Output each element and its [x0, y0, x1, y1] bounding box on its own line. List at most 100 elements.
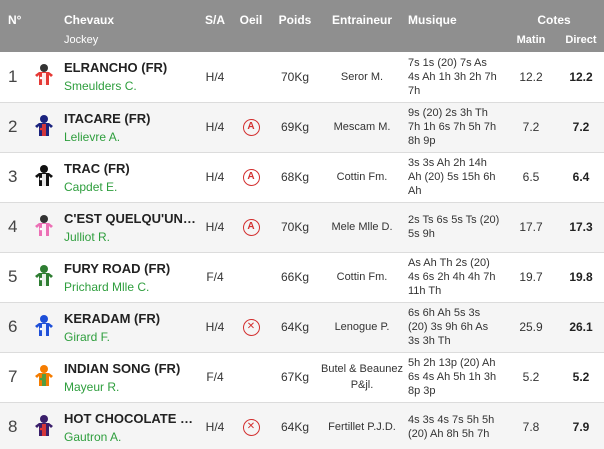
odds-live: 26.1: [569, 320, 593, 334]
silk-pink-white-icon: [32, 214, 56, 238]
jockey-name[interactable]: Prichard Mlle C.: [64, 280, 198, 294]
jockey-name[interactable]: Julliot R.: [64, 230, 198, 244]
table-row[interactable]: 1 ELRANCHO (FR) Smeulders C. H/4 70Kg Seror M…: [0, 52, 604, 102]
horse-name[interactable]: C'EST QUELQU'UN (FR): [64, 211, 196, 226]
horse-name[interactable]: ITACARE (FR): [64, 111, 196, 126]
weight: 66Kg: [280, 270, 310, 284]
header-cotes: Cotes: [504, 0, 604, 30]
header-direct[interactable]: Direct: [558, 30, 604, 52]
blinkers-cell: ✕: [232, 302, 270, 352]
form-musique: 7s 1s (20) 7s As 4s Ah 1h 3h 2h 7h 7h: [408, 56, 497, 97]
sex-age: F/4: [206, 270, 224, 284]
header-poids[interactable]: Poids: [270, 0, 320, 52]
jockey-name[interactable]: Gautron A.: [64, 430, 198, 444]
blinkers-cell: ✕: [232, 402, 270, 449]
weight: 69Kg: [280, 120, 310, 134]
runner-number: 7: [8, 367, 18, 386]
trainer-name: Cottin Fm.: [336, 171, 388, 183]
jockey-name[interactable]: Lelievre A.: [64, 130, 198, 144]
form-musique: 9s (20) 2s 3h Th 7h 1h 6s 7h 5h 7h 8h 9p: [408, 107, 497, 147]
table-body: 1 ELRANCHO (FR) Smeulders C. H/4 70Kg Seror M…: [0, 52, 604, 449]
jockey-name[interactable]: Mayeur R.: [64, 380, 198, 394]
runner-number: 2: [8, 117, 18, 136]
header-entraineur[interactable]: Entraineur: [320, 0, 404, 52]
form-musique: 2s Ts 6s 5s Ts (20) 5s 9h: [408, 214, 500, 240]
table-header: N° Chevaux Jockey S/A Oeil Poids Entrain…: [0, 0, 604, 52]
form-musique: 6s 6h Ah 5s 3s (20) 3s 9h 6h As 3s 3h Th: [408, 307, 489, 347]
odds-live: 5.2: [572, 370, 590, 384]
jockey-name[interactable]: Smeulders C.: [64, 79, 198, 93]
runner-number: 4: [8, 217, 18, 236]
silk-navy-red-icon: [32, 114, 56, 138]
odds-live: 12.2: [569, 69, 593, 84]
silk-black-white-icon: [32, 164, 56, 188]
blinkers-cell: [232, 352, 270, 402]
header-jockey: Jockey: [64, 34, 99, 46]
jockey-name[interactable]: Girard F.: [64, 330, 198, 344]
runner-number: 1: [8, 66, 18, 86]
form-musique: 4s 3s 4s 7s 5h 5h (20) Ah 8h 5h 7h: [408, 414, 495, 440]
odds-morning: 6.5: [522, 170, 540, 184]
weight: 64Kg: [280, 420, 310, 434]
trainer-name: Fertillet P.J.D.: [328, 421, 396, 433]
horse-name[interactable]: INDIAN SONG (FR): [64, 361, 196, 376]
form-musique: 5h 2h 13p (20) Ah 6s 4s Ah 5h 1h 3h 8p 3…: [408, 357, 497, 397]
silk-orange-green-icon: [32, 364, 56, 388]
odds-live: 19.8: [569, 270, 593, 284]
blinkers-cell: A: [232, 102, 270, 152]
odds-morning: 19.7: [519, 270, 543, 284]
blinkers-australian-icon: A: [242, 119, 260, 136]
weight: 70Kg: [280, 69, 310, 84]
runners-table: N° Chevaux Jockey S/A Oeil Poids Entrain…: [0, 0, 604, 449]
sex-age: H/4: [205, 170, 225, 184]
runner-number: 6: [8, 317, 18, 336]
table-row[interactable]: 4 C'EST QUELQU'UN (FR) Julliot R. H/4 A 70Kg M…: [0, 202, 604, 252]
header-musique[interactable]: Musique: [404, 0, 504, 52]
sex-age: H/4: [205, 420, 225, 434]
header-horse-jockey[interactable]: Chevaux Jockey: [60, 0, 198, 52]
horse-name[interactable]: KERADAM (FR): [64, 311, 196, 326]
weight: 67Kg: [280, 370, 310, 384]
blinkers-australian-icon: A: [242, 169, 260, 186]
silk-green-white-icon: [32, 264, 56, 288]
horse-name[interactable]: TRAC (FR): [64, 161, 196, 176]
horse-name[interactable]: HOT CHOCOLATE (FR): [64, 411, 196, 426]
trainer-name: Seror M.: [340, 70, 384, 83]
horse-name[interactable]: FURY ROAD (FR): [64, 261, 196, 276]
silk-blue-white-icon: [32, 314, 56, 338]
form-musique: As Ah Th 2s (20) 4s 6s 2h 4h 4h 7h 11h T…: [408, 257, 496, 297]
horse-name[interactable]: ELRANCHO (FR): [64, 60, 196, 75]
header-oeil[interactable]: Oeil: [232, 0, 270, 52]
odds-morning: 7.2: [522, 120, 540, 134]
table-row[interactable]: 6 KERADAM (FR) Girard F. H/4 ✕ 64Kg Lenogue P.…: [0, 302, 604, 352]
odds-morning: 12.2: [519, 69, 543, 84]
no-blinkers-icon: ✕: [242, 319, 260, 336]
odds-live: 17.3: [569, 220, 593, 234]
table-row[interactable]: 2 ITACARE (FR) Lelievre A. H/4 A 69Kg Mescam M…: [0, 102, 604, 152]
odds-live: 7.2: [572, 120, 590, 134]
form-musique: 3s 3s Ah 2h 14h Ah (20) 5s 15h 6h Ah: [408, 157, 496, 197]
table-row[interactable]: 5 FURY ROAD (FR) Prichard Mlle C. F/4 66Kg Co…: [0, 252, 604, 302]
header-num: N°: [0, 0, 30, 52]
odds-morning: 17.7: [519, 220, 543, 234]
table-row[interactable]: 7 INDIAN SONG (FR) Mayeur R. F/4 67Kg Butel &…: [0, 352, 604, 402]
header-matin[interactable]: Matin: [504, 30, 558, 52]
weight: 64Kg: [280, 320, 310, 334]
blinkers-cell: A: [232, 152, 270, 202]
blinkers-cell: [232, 252, 270, 302]
header-sa[interactable]: S/A: [198, 0, 232, 52]
odds-morning: 7.8: [522, 420, 540, 434]
trainer-name: Lenogue P.: [334, 321, 390, 333]
runner-number: 8: [8, 417, 18, 436]
odds-live: 7.9: [572, 420, 590, 434]
odds-live: 6.4: [572, 170, 590, 184]
trainer-name: Mele Mlle D.: [331, 221, 393, 233]
sex-age: F/4: [206, 370, 224, 384]
table-row[interactable]: 8 HOT CHOCOLATE (FR) Gautron A. H/4 ✕ 64Kg Fer…: [0, 402, 604, 449]
odds-morning: 25.9: [519, 320, 543, 334]
trainer-name: Cottin Fm.: [336, 271, 388, 283]
blinkers-cell: A: [232, 202, 270, 252]
table-row[interactable]: 3 TRAC (FR) Capdet E. H/4 A 68Kg Cottin Fm. 3s …: [0, 152, 604, 202]
runner-number: 3: [8, 167, 18, 186]
jockey-name[interactable]: Capdet E.: [64, 180, 198, 194]
